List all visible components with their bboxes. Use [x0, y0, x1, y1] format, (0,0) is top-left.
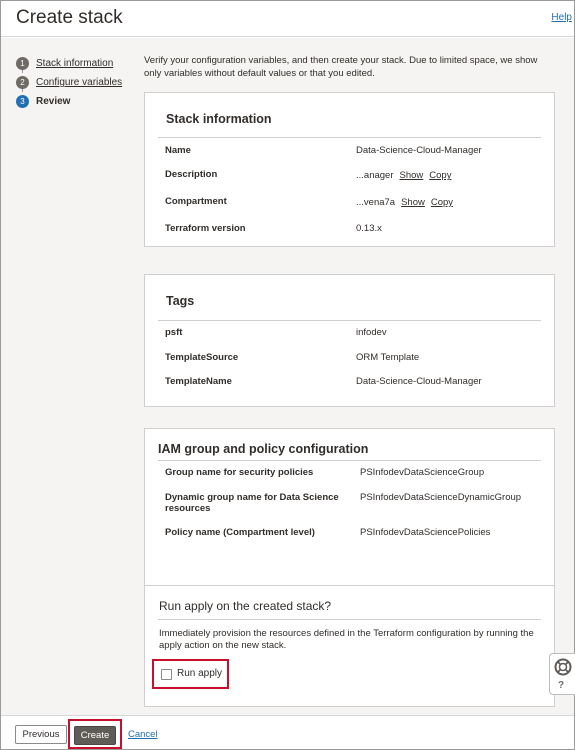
field-label: Compartment	[165, 196, 227, 207]
card-title: Run apply on the created stack?	[159, 599, 332, 613]
description-value: ...anager Show Copy	[356, 170, 451, 181]
wizard-steps: 1 Stack information 2 Configure variable…	[16, 54, 122, 111]
main-content: 1 Stack information 2 Configure variable…	[1, 38, 574, 715]
tag-key: TemplateSource	[165, 352, 239, 363]
help-link[interactable]: Help	[551, 12, 572, 23]
help-question-mark: ?	[558, 680, 565, 691]
compartment-value: ...vena7a Show Copy	[356, 197, 453, 208]
step-configure-variables[interactable]: 2 Configure variables	[16, 73, 122, 92]
card-title: Tags	[166, 294, 195, 308]
run-apply-description: Immediately provision the resources defi…	[159, 628, 534, 651]
divider	[158, 460, 541, 461]
footer-bar: Previous Create Cancel	[1, 715, 574, 749]
lifebuoy-icon	[554, 658, 572, 676]
step-label: Configure variables	[36, 77, 123, 88]
tag-value: Data-Science-Cloud-Manager	[356, 376, 482, 387]
policy-name-value: PSInfodevDataSciencePolicies	[360, 527, 491, 538]
group-name-value: PSInfodevDataScienceGroup	[360, 467, 485, 478]
help-widget[interactable]: ?	[549, 653, 575, 695]
run-apply-checkbox[interactable]	[161, 669, 172, 680]
description-copy-link[interactable]: Copy	[429, 170, 451, 181]
terraform-version-value: 0.13.x	[356, 223, 382, 234]
create-button[interactable]: Create	[74, 726, 116, 745]
step-stack-information[interactable]: 1 Stack information	[16, 54, 122, 73]
step-label: Review	[36, 96, 71, 107]
previous-button[interactable]: Previous	[15, 725, 67, 744]
page-header: Create stack Help	[1, 1, 574, 37]
field-label: Name	[165, 145, 191, 156]
stack-name-value: Data-Science-Cloud-Manager	[356, 145, 482, 156]
divider	[158, 619, 541, 620]
iam-policy-card: IAM group and policy configuration Group…	[144, 428, 555, 603]
step-number: 3	[16, 95, 29, 108]
run-apply-card: Run apply on the created stack? Immediat…	[144, 585, 555, 707]
compartment-show-link[interactable]: Show	[401, 197, 425, 208]
run-apply-highlight: Run apply	[152, 659, 229, 689]
description-show-link[interactable]: Show	[400, 170, 424, 181]
tag-key: psft	[165, 327, 183, 338]
field-label: Terraform version	[165, 223, 246, 234]
page-title: Create stack	[16, 7, 123, 28]
divider	[158, 137, 541, 138]
step-number: 1	[16, 57, 29, 70]
field-label: Description	[165, 169, 218, 180]
run-apply-label[interactable]: Run apply	[177, 668, 222, 679]
create-highlight: Create	[68, 719, 122, 749]
intro-text: Verify your configuration variables, and…	[144, 55, 538, 79]
tag-key: TemplateName	[165, 376, 232, 387]
step-number: 2	[16, 76, 29, 89]
description-text: ...anager	[356, 170, 394, 181]
compartment-copy-link[interactable]: Copy	[431, 197, 453, 208]
step-label: Stack information	[36, 58, 114, 69]
field-label: Group name for security policies	[165, 467, 314, 478]
stack-information-card: Stack information Name Data-Science-Clou…	[144, 92, 555, 247]
divider	[158, 320, 541, 321]
compartment-text: ...vena7a	[356, 197, 396, 208]
card-title: Stack information	[166, 112, 272, 126]
tags-card: Tags psft infodev TemplateSource ORM Tem…	[144, 274, 555, 407]
tag-value: infodev	[356, 327, 387, 338]
step-review: 3 Review	[16, 92, 122, 111]
dynamic-group-value: PSInfodevDataScienceDynamicGroup	[360, 492, 522, 503]
field-label: Dynamic group name for Data Science reso…	[165, 492, 339, 514]
cancel-link[interactable]: Cancel	[128, 729, 158, 740]
card-title: IAM group and policy configuration	[158, 442, 369, 456]
tag-value: ORM Template	[356, 352, 420, 363]
field-label: Policy name (Compartment level)	[165, 527, 315, 538]
